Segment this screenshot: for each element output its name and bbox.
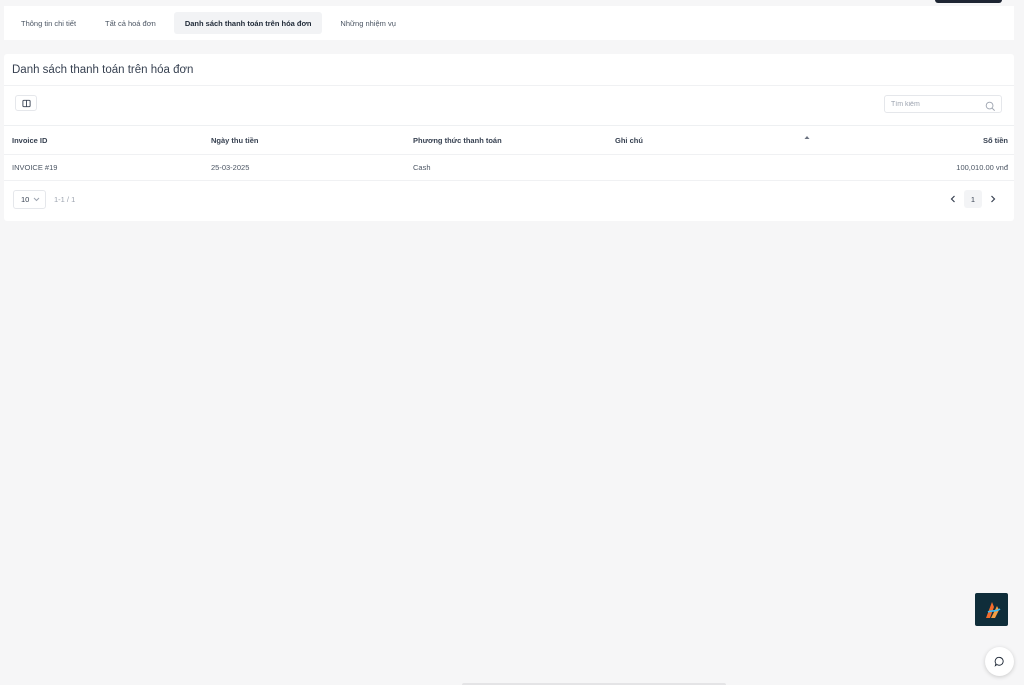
page-size-select[interactable]: 10 (13, 190, 46, 209)
tabs-bar: Thông tin chi tiết Tất cả hoá đơn Danh s… (4, 6, 1014, 40)
cell-date: 25-03-2025 (211, 163, 250, 172)
column-header-note[interactable]: Ghi chú (615, 136, 643, 145)
payments-card: Danh sách thanh toán trên hóa đơn Invoic… (4, 54, 1014, 221)
chevron-right-icon (991, 195, 996, 203)
column-header-method[interactable]: Phương thức thanh toán (413, 136, 502, 145)
chevron-down-icon (33, 197, 40, 202)
header-action-button[interactable] (935, 0, 1002, 3)
chevron-left-icon (950, 195, 955, 203)
cell-method: Cash (413, 163, 431, 172)
tab-tasks[interactable]: Những nhiệm vụ (329, 12, 406, 34)
tab-invoice-payments[interactable]: Danh sách thanh toán trên hóa đơn (173, 12, 323, 34)
card-divider (4, 85, 1014, 86)
search-input[interactable] (891, 100, 985, 108)
row-bottom-border (4, 180, 1014, 181)
cell-invoice-id: INVOICE #19 (12, 163, 58, 172)
prev-page-button[interactable] (946, 191, 960, 207)
chat-bubble-icon (994, 656, 1004, 667)
cell-amount: 100,010.00 vnđ (956, 163, 1008, 172)
search-icon[interactable] (985, 99, 996, 117)
column-header-amount[interactable]: Số tiền (983, 136, 1008, 145)
tab-details[interactable]: Thông tin chi tiết (10, 12, 87, 34)
column-toggle-button[interactable] (15, 95, 37, 111)
pagination-range: 1-1 / 1 (54, 195, 76, 204)
page-size-value: 10 (21, 195, 30, 204)
card-title: Danh sách thanh toán trên hóa đơn (12, 64, 194, 76)
app-logo-icon (985, 601, 1000, 618)
chat-button[interactable] (985, 647, 1014, 676)
column-header-date[interactable]: Ngày thu tiền (211, 136, 259, 145)
column-header-invoice-id[interactable]: Invoice ID (12, 136, 47, 145)
next-page-button[interactable] (986, 191, 1000, 207)
app-logo-badge[interactable] (975, 593, 1008, 626)
table-top-border (4, 125, 1014, 126)
page-number-button[interactable]: 1 (964, 190, 982, 208)
sort-asc-icon[interactable] (804, 135, 810, 140)
header-bottom-border (4, 154, 1014, 155)
search-box (884, 95, 1002, 113)
columns-icon (21, 99, 31, 107)
tab-all-invoices[interactable]: Tất cả hoá đơn (94, 12, 167, 34)
